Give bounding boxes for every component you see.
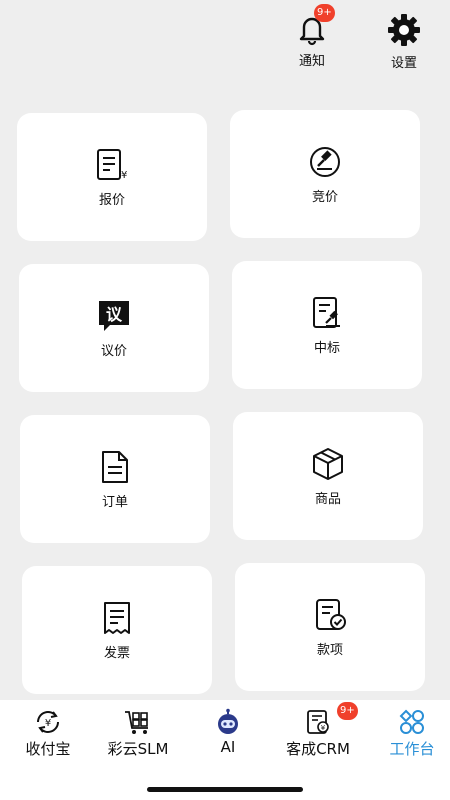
card-quote-label: 报价: [98, 193, 125, 208]
card-negotiate[interactable]: 议 议价: [19, 264, 209, 392]
order-document-icon: [102, 451, 128, 483]
robot-icon: [218, 708, 238, 734]
shopping-cart-icon: [125, 711, 148, 734]
quote-icon: ¥: [97, 149, 127, 181]
nav-ai[interactable]: AI: [183, 702, 273, 766]
nav-caiyun-slm[interactable]: 彩云SLM: [93, 702, 183, 766]
nav-workbench-label: 工作台: [389, 740, 435, 758]
settings-label: 设置: [390, 56, 417, 71]
card-payment-label: 款项: [316, 643, 343, 658]
gear-icon: [388, 14, 420, 46]
payment-document-icon: [316, 599, 346, 630]
negotiate-icon-text: 议: [106, 305, 123, 324]
bottom-nav: ¥ 收付宝 彩云SLM AI ¥ 9+ 客成CRM 工作台: [0, 700, 450, 800]
nav-crm-label: 客成CRM: [286, 740, 350, 758]
card-goods[interactable]: 商品: [233, 412, 423, 540]
card-payment[interactable]: 款项: [235, 563, 425, 691]
card-award[interactable]: 中标: [232, 261, 422, 389]
card-goods-label: 商品: [314, 492, 341, 507]
card-negotiate-label: 议价: [100, 344, 127, 359]
svg-text:¥: ¥: [121, 170, 127, 181]
nav-ai-label: AI: [220, 738, 236, 756]
workbench-grid-icon: [399, 709, 424, 734]
nav-crm[interactable]: ¥ 9+ 客成CRM: [273, 702, 363, 766]
invoice-receipt-icon: [104, 602, 130, 634]
nav-caiyun-slm-label: 彩云SLM: [107, 740, 169, 758]
svg-text:¥: ¥: [321, 724, 326, 732]
card-quote[interactable]: ¥ 报价: [17, 113, 207, 241]
package-box-icon: [313, 448, 343, 480]
card-order[interactable]: 订单: [20, 415, 210, 543]
notifications-label: 通知: [298, 54, 325, 69]
nav-shoufubao[interactable]: ¥ 收付宝: [3, 702, 93, 766]
yuan-refresh-icon: ¥: [37, 711, 59, 733]
card-order-label: 订单: [101, 495, 128, 510]
notifications-button[interactable]: 9+ 通知: [284, 4, 340, 74]
negotiate-icon: 议: [99, 301, 129, 331]
notification-badge: 9+: [314, 4, 335, 22]
crm-document-icon: ¥: [307, 710, 329, 734]
auction-hammer-icon: [310, 147, 340, 177]
card-award-label: 中标: [313, 341, 340, 356]
settings-button[interactable]: 设置: [376, 12, 432, 74]
top-bar: 9+ 通知 设置: [0, 0, 450, 82]
card-bid[interactable]: 竞价: [230, 110, 420, 238]
nav-workbench[interactable]: 工作台: [367, 702, 450, 766]
card-invoice[interactable]: 发票: [22, 566, 212, 694]
award-document-icon: [313, 297, 340, 328]
home-indicator: [147, 787, 303, 792]
crm-badge: 9+: [337, 702, 358, 720]
card-invoice-label: 发票: [103, 646, 130, 661]
nav-shoufubao-label: 收付宝: [25, 740, 71, 758]
svg-text:¥: ¥: [45, 718, 51, 729]
card-bid-label: 竞价: [311, 190, 338, 205]
